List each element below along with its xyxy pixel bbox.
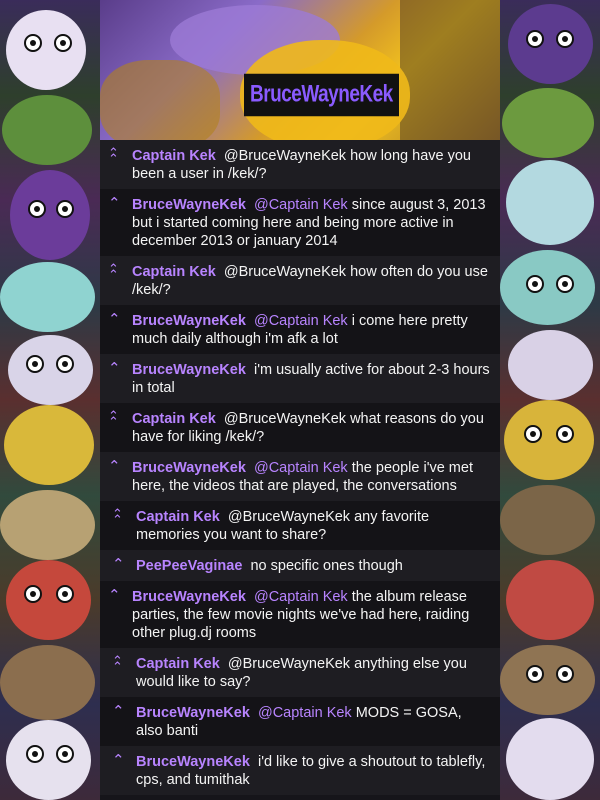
chat-message: ⌃ BruceWayneKek @Captain Kek i come here … <box>100 305 500 354</box>
message-mention[interactable]: @Captain Kek <box>254 313 348 329</box>
chevron-up-icon: ⌃ <box>112 752 125 769</box>
message-sender[interactable]: BruceWayneKek <box>132 313 246 329</box>
banner-username: BruceWayneKek <box>244 73 399 117</box>
chat-panel: BruceWayneKek ⌃ ⌃ Captain Kek @BruceWayneK… <box>100 0 500 800</box>
message-sender[interactable]: Captain Kek <box>132 411 216 427</box>
left-avatar-strip <box>0 0 100 800</box>
chat-message: ⌃ ⌃ Captain Kek @BruceWayneKek any favorit… <box>100 501 500 550</box>
chat-message: ⌃ ⌃ Captain Kek @BruceWayneKek what reason… <box>100 403 500 452</box>
chat-message: ⌃ BruceWayneKek i'd like to give a shouto… <box>100 746 500 795</box>
chevron-up-icon: ⌃ <box>108 311 121 328</box>
chevron-up-icon: ⌃ <box>108 587 121 604</box>
chat-message: ⌃ BruceWayneKek @Captain Kek the album re… <box>100 581 500 648</box>
message-sender[interactable]: BruceWayneKek <box>132 362 246 378</box>
message-sender[interactable]: Captain Kek <box>136 656 220 672</box>
chat-message: ⌃ BruceWayneKek i'm usually active for ab… <box>100 354 500 403</box>
right-avatar-strip <box>500 0 600 800</box>
double-chevron-up-icon: ⌃ ⌃ <box>108 408 119 429</box>
chat-message: ⌃ ⌃ Captain Kek @BruceWayneKek anything el… <box>100 648 500 697</box>
chevron-up-icon: ⌃ <box>108 195 121 212</box>
double-chevron-up-icon: ⌃ ⌃ <box>108 261 119 282</box>
chat-message: ⌃ PeePeeVaginae no specific ones though <box>100 550 500 581</box>
message-text: no specific ones though <box>250 558 403 574</box>
chevron-up-icon: ⌃ <box>112 703 125 720</box>
message-sender[interactable]: BruceWayneKek <box>136 705 250 721</box>
chevron-up-icon: ⌃ <box>112 556 125 573</box>
chat-message: ⌃ ⌃ Captain Kek @BruceWayneKek how long ha… <box>100 140 500 189</box>
message-sender[interactable]: Captain Kek <box>132 148 216 164</box>
message-sender[interactable]: Captain Kek <box>136 509 220 525</box>
chevron-up-icon: ⌃ <box>108 360 121 377</box>
message-sender[interactable]: Captain Kek <box>132 264 216 280</box>
banner-image: BruceWayneKek <box>100 0 500 140</box>
double-chevron-up-icon: ⌃ ⌃ <box>112 653 123 674</box>
double-chevron-up-icon: ⌃ ⌃ <box>108 145 119 166</box>
double-chevron-up-icon: ⌃ ⌃ <box>112 506 123 527</box>
message-mention[interactable]: @Captain Kek <box>254 589 348 605</box>
chat-message: ⌃ BruceWayneKek @Captain Kek since august… <box>100 189 500 256</box>
message-sender[interactable]: PeePeeVaginae <box>136 558 242 574</box>
chat-message: ⌃ BruceWayneKek @Captain Kek the people i… <box>100 452 500 501</box>
message-sender[interactable]: BruceWayneKek <box>132 589 246 605</box>
chevron-up-icon: ⌃ <box>108 458 121 475</box>
chat-message: ⌃ BruceWayneKek @Captain Kek MODS = GOSA,… <box>100 697 500 746</box>
message-mention[interactable]: @Captain Kek <box>254 197 348 213</box>
chat-message-list: ⌃ ⌃ Captain Kek @BruceWayneKek how long ha… <box>100 140 500 795</box>
message-mention[interactable]: @Captain Kek <box>254 460 348 476</box>
message-sender[interactable]: BruceWayneKek <box>136 754 250 770</box>
message-mention[interactable]: @Captain Kek <box>258 705 352 721</box>
message-sender[interactable]: BruceWayneKek <box>132 197 246 213</box>
message-sender[interactable]: BruceWayneKek <box>132 460 246 476</box>
chat-message: ⌃ ⌃ Captain Kek @BruceWayneKek how often d… <box>100 256 500 305</box>
